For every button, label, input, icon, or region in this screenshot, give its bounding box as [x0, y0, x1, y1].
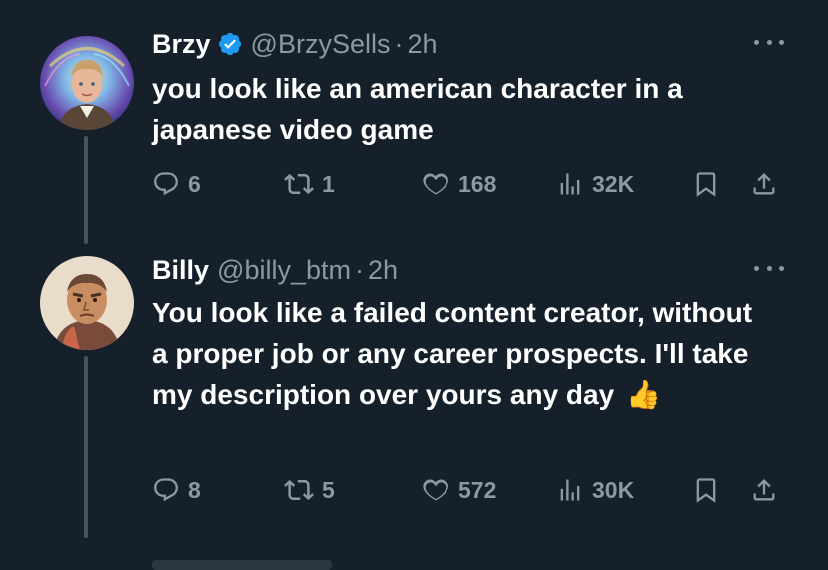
- retweet-button[interactable]: 1: [284, 164, 335, 204]
- user-handle[interactable]: @BrzySells: [251, 29, 391, 60]
- retweet-icon: [284, 173, 314, 195]
- views-icon: [560, 479, 580, 501]
- share-button[interactable]: [750, 164, 778, 204]
- views-button[interactable]: 30K: [556, 470, 634, 510]
- bookmark-icon: [696, 478, 716, 503]
- views-count: 30K: [592, 476, 635, 503]
- retweet-count: 5: [322, 476, 335, 503]
- avatar-billy[interactable]: [40, 256, 134, 350]
- more-options-icon[interactable]: [754, 30, 784, 54]
- like-count: 168: [458, 170, 497, 197]
- reply-count: 8: [188, 476, 201, 503]
- tweet-1[interactable]: Brzy @BrzySells · 2h you look like an am…: [0, 24, 828, 244]
- avatar-brzy[interactable]: [40, 36, 134, 130]
- timestamp[interactable]: 2h: [407, 29, 437, 60]
- reply-count: 6: [188, 170, 201, 197]
- like-button[interactable]: 572: [422, 470, 496, 510]
- share-icon: [753, 173, 775, 195]
- tweet-2[interactable]: Billy @billy_btm · 2h You look like a fa…: [0, 250, 828, 550]
- like-icon: [423, 173, 448, 195]
- views-button[interactable]: 32K: [556, 164, 634, 204]
- tweet-header: Billy @billy_btm · 2h: [152, 250, 398, 290]
- thread-line: [84, 356, 88, 538]
- views-count: 32K: [592, 170, 635, 197]
- reply-button[interactable]: 8: [152, 470, 201, 510]
- views-icon: [560, 173, 580, 195]
- reply-icon: [154, 172, 178, 196]
- next-tweet-peek: [152, 560, 332, 570]
- share-icon: [753, 479, 775, 501]
- more-options-icon[interactable]: [754, 256, 784, 280]
- reply-button[interactable]: 6: [152, 164, 201, 204]
- timestamp[interactable]: 2h: [368, 255, 398, 286]
- verified-badge-icon: [217, 31, 243, 57]
- tweet-header: Brzy @BrzySells · 2h: [152, 24, 438, 64]
- retweet-icon: [284, 479, 314, 501]
- bookmark-button[interactable]: [692, 470, 720, 510]
- tweet-actions: 8 5 572 30K: [152, 470, 792, 510]
- tweet-text-content: You look like a failed content creator, …: [152, 297, 753, 410]
- reply-icon: [154, 478, 178, 502]
- bookmark-button[interactable]: [692, 164, 720, 204]
- share-button[interactable]: [750, 470, 778, 510]
- tweet-text: you look like an american character in a…: [152, 73, 683, 145]
- bookmark-icon: [696, 172, 716, 197]
- separator-dot: ·: [394, 28, 404, 59]
- display-name[interactable]: Billy: [152, 255, 209, 286]
- like-icon: [423, 479, 448, 501]
- thread-line: [84, 136, 88, 244]
- like-count: 572: [458, 476, 497, 503]
- separator-dot: ·: [354, 254, 364, 285]
- like-button[interactable]: 168: [422, 164, 496, 204]
- retweet-button[interactable]: 5: [284, 470, 335, 510]
- user-handle[interactable]: @billy_btm: [217, 255, 351, 286]
- tweet-actions: 6 1 168 32K: [152, 164, 792, 204]
- tweet-text: You look like a failed content creator, …: [152, 292, 772, 415]
- thumbs-up-emoji-icon: 👍: [625, 379, 661, 410]
- retweet-count: 1: [322, 170, 335, 197]
- display-name[interactable]: Brzy: [152, 29, 211, 60]
